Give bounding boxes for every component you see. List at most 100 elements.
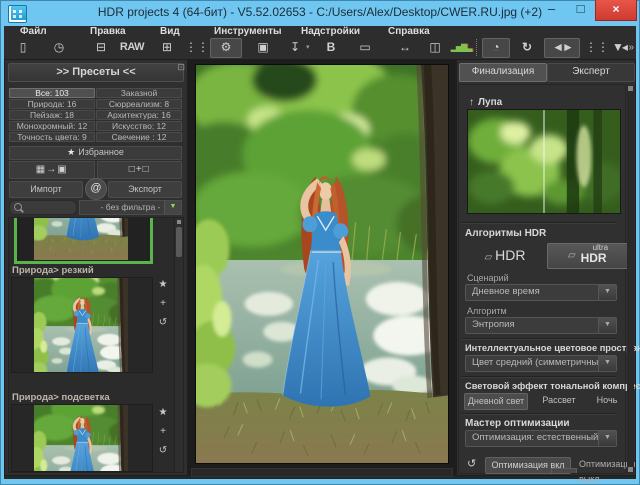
- menu-addons[interactable]: Надстройки: [301, 26, 360, 38]
- menu-view[interactable]: Вид: [160, 26, 180, 38]
- export-button[interactable]: Экспорт: [108, 181, 182, 198]
- optimizer-title: Мастер оптимизации: [465, 418, 570, 429]
- detach-panel-icon[interactable]: ⊡: [177, 62, 185, 72]
- tab-finalization[interactable]: Финализация: [459, 63, 547, 82]
- colorspace-dropdown[interactable]: Цвет средний (симметричный) ▼: [465, 355, 617, 372]
- refresh-icon[interactable]: ↺: [156, 446, 170, 456]
- save-icon[interactable]: ▣: [250, 38, 276, 57]
- history-icon[interactable]: ◷: [46, 38, 72, 57]
- stamp-icon[interactable]: ◫: [422, 38, 448, 57]
- category-architecture[interactable]: Архитектура: 16: [96, 110, 182, 120]
- category-color-accuracy[interactable]: Точность цвета: 9: [9, 132, 95, 142]
- settings-body: ↑ Лупа Алгоритмы HDR ▱ HDR ▱ ultra HDR Сцена…: [458, 84, 640, 484]
- flip-compare-icon[interactable]: ◄►: [544, 38, 580, 58]
- search-icon: [14, 203, 22, 211]
- maximize-button[interactable]: □: [566, 0, 595, 20]
- category-glow[interactable]: Свечение : 12: [96, 132, 182, 142]
- menu-help[interactable]: Справка: [388, 26, 430, 38]
- toning-night-button[interactable]: Ночь: [591, 393, 623, 408]
- post-processing-icon[interactable]: ⚙: [210, 38, 242, 58]
- preset-item[interactable]: [11, 404, 153, 472]
- favorites-button[interactable]: ★ Избранное: [9, 146, 182, 160]
- optimizer-refresh-icon[interactable]: ↺: [467, 457, 476, 470]
- toning-daylight-button[interactable]: Дневной свет: [464, 393, 528, 410]
- category-art[interactable]: Искусство: 12: [96, 121, 182, 131]
- presets-panel: >> Пресеты << ⊡ Все: 103 Заказной Природ…: [4, 59, 188, 476]
- presets-header[interactable]: >> Пресеты <<: [8, 63, 184, 82]
- category-monochrome[interactable]: Монохромный: 12: [9, 121, 95, 131]
- preset-list: Природа> резкий ★ + ↺ Природа> подсветка…: [8, 217, 184, 473]
- resize-icon[interactable]: ↔: [392, 38, 418, 57]
- export-device-caret-icon[interactable]: ▾: [306, 38, 310, 57]
- preset-search: [9, 200, 77, 215]
- new-file-icon[interactable]: ▯: [10, 38, 36, 57]
- add-preset-button[interactable]: □+□: [96, 161, 182, 179]
- chevron-down-icon: ▼: [598, 285, 616, 300]
- algorithm-dropdown[interactable]: Энтропия ▼: [465, 317, 617, 334]
- import-button[interactable]: Импорт: [9, 181, 83, 198]
- main-photo[interactable]: [196, 65, 448, 463]
- filter-dropdown[interactable]: - без фильтра - ▼: [79, 200, 182, 215]
- redo-icon[interactable]: ↻: [514, 38, 540, 57]
- email-at-button[interactable]: @: [85, 178, 107, 200]
- hdr-section-title: Алгоритмы HDR: [465, 228, 547, 239]
- scenario-label: Сценарий: [467, 273, 509, 283]
- title-bar: HDR projects 4 (64-бит) - V5.52.02653 - …: [0, 0, 640, 26]
- preset-list-scrollbar[interactable]: [174, 218, 183, 472]
- toolbar-overflow-icon[interactable]: »: [628, 38, 634, 57]
- arrow-up-icon: ↑: [469, 97, 474, 108]
- minimize-button[interactable]: –: [537, 0, 566, 20]
- histogram-icon[interactable]: ▂▅▇▃: [446, 38, 476, 57]
- loupe-preview[interactable]: [468, 110, 620, 213]
- photo-image: [196, 65, 448, 463]
- preset-item[interactable]: [11, 277, 153, 373]
- chevron-down-icon: ▼: [598, 318, 616, 333]
- toning-title: Световой эффект тональной компрессии: [465, 381, 640, 391]
- add-icon[interactable]: +: [156, 299, 170, 309]
- category-surreal[interactable]: Сюрреализм: 8: [96, 99, 182, 109]
- batch-icon[interactable]: B: [318, 38, 344, 57]
- preset-label: Природа> подсветка: [12, 392, 110, 403]
- ultra-hdr-button[interactable]: ▱ ultra HDR: [547, 243, 629, 269]
- hdr-button[interactable]: ▱ HDR: [469, 243, 541, 267]
- add-icon[interactable]: +: [156, 427, 170, 437]
- colorspace-value: Цвет средний (симметричный): [472, 357, 607, 368]
- separator: [462, 338, 616, 339]
- menu-edit[interactable]: Правка: [90, 26, 126, 38]
- menu-bar: Файл Правка Вид Инструменты Надстройки С…: [4, 26, 636, 38]
- scenario-dropdown[interactable]: Дневное время ▼: [465, 284, 617, 301]
- preset-item-selected[interactable]: [14, 218, 153, 264]
- toolbar: ▯ ◷ ⊟ RAW ⊞ ⋮⋮ ⚙ ▣ ↧ ▾ B ▭ ↔ ◫ ▂▅▇▃ ◔ ↻ …: [4, 38, 636, 60]
- category-custom[interactable]: Заказной: [96, 88, 182, 98]
- search-input[interactable]: [24, 202, 74, 213]
- favorite-star-icon[interactable]: ★: [156, 408, 170, 418]
- optimizer-dropdown[interactable]: Оптимизация: естественный ▼: [465, 430, 617, 447]
- export-device-icon[interactable]: ↧: [282, 38, 308, 57]
- add-squares-icon: □+□: [128, 164, 150, 175]
- category-landscape[interactable]: Пейзаж: 18: [9, 110, 95, 120]
- close-button[interactable]: ×: [595, 0, 637, 21]
- refresh-icon[interactable]: ↺: [156, 318, 170, 328]
- favorites-label: Избранное: [78, 147, 124, 157]
- toning-dawn-button[interactable]: Рассвет: [535, 393, 583, 408]
- category-nature[interactable]: Природа: 16: [9, 99, 95, 109]
- image-browser-icon[interactable]: ⊞: [154, 38, 180, 57]
- menu-tools[interactable]: Инструменты: [214, 26, 282, 38]
- preset-label: Природа> резкий: [12, 265, 94, 276]
- crop-icon[interactable]: ▭: [352, 38, 378, 57]
- preset-thumbnail: [34, 277, 128, 373]
- preset-categories: Все: 103 Заказной Природа: 16 Сюрреализм…: [9, 88, 182, 142]
- settings-scrollbar[interactable]: [627, 85, 634, 473]
- adjustments-icon[interactable]: ⋮⋮: [184, 38, 210, 57]
- layers-icon: ▱: [484, 252, 493, 263]
- save-preset-grid-button[interactable]: ▦→▣: [9, 161, 95, 179]
- tab-expert[interactable]: Эксперт: [547, 63, 635, 82]
- compare-timer-icon[interactable]: ◔: [482, 38, 510, 58]
- category-all[interactable]: Все: 103: [9, 88, 95, 98]
- paste-icon[interactable]: ⊟: [88, 38, 114, 57]
- menu-file[interactable]: Файл: [20, 26, 47, 38]
- favorite-star-icon[interactable]: ★: [156, 280, 170, 290]
- algorithm-value: Энтропия: [472, 319, 515, 330]
- raw-import-icon[interactable]: RAW: [116, 38, 148, 57]
- canvas-horizontal-scrollbar[interactable]: [191, 468, 453, 477]
